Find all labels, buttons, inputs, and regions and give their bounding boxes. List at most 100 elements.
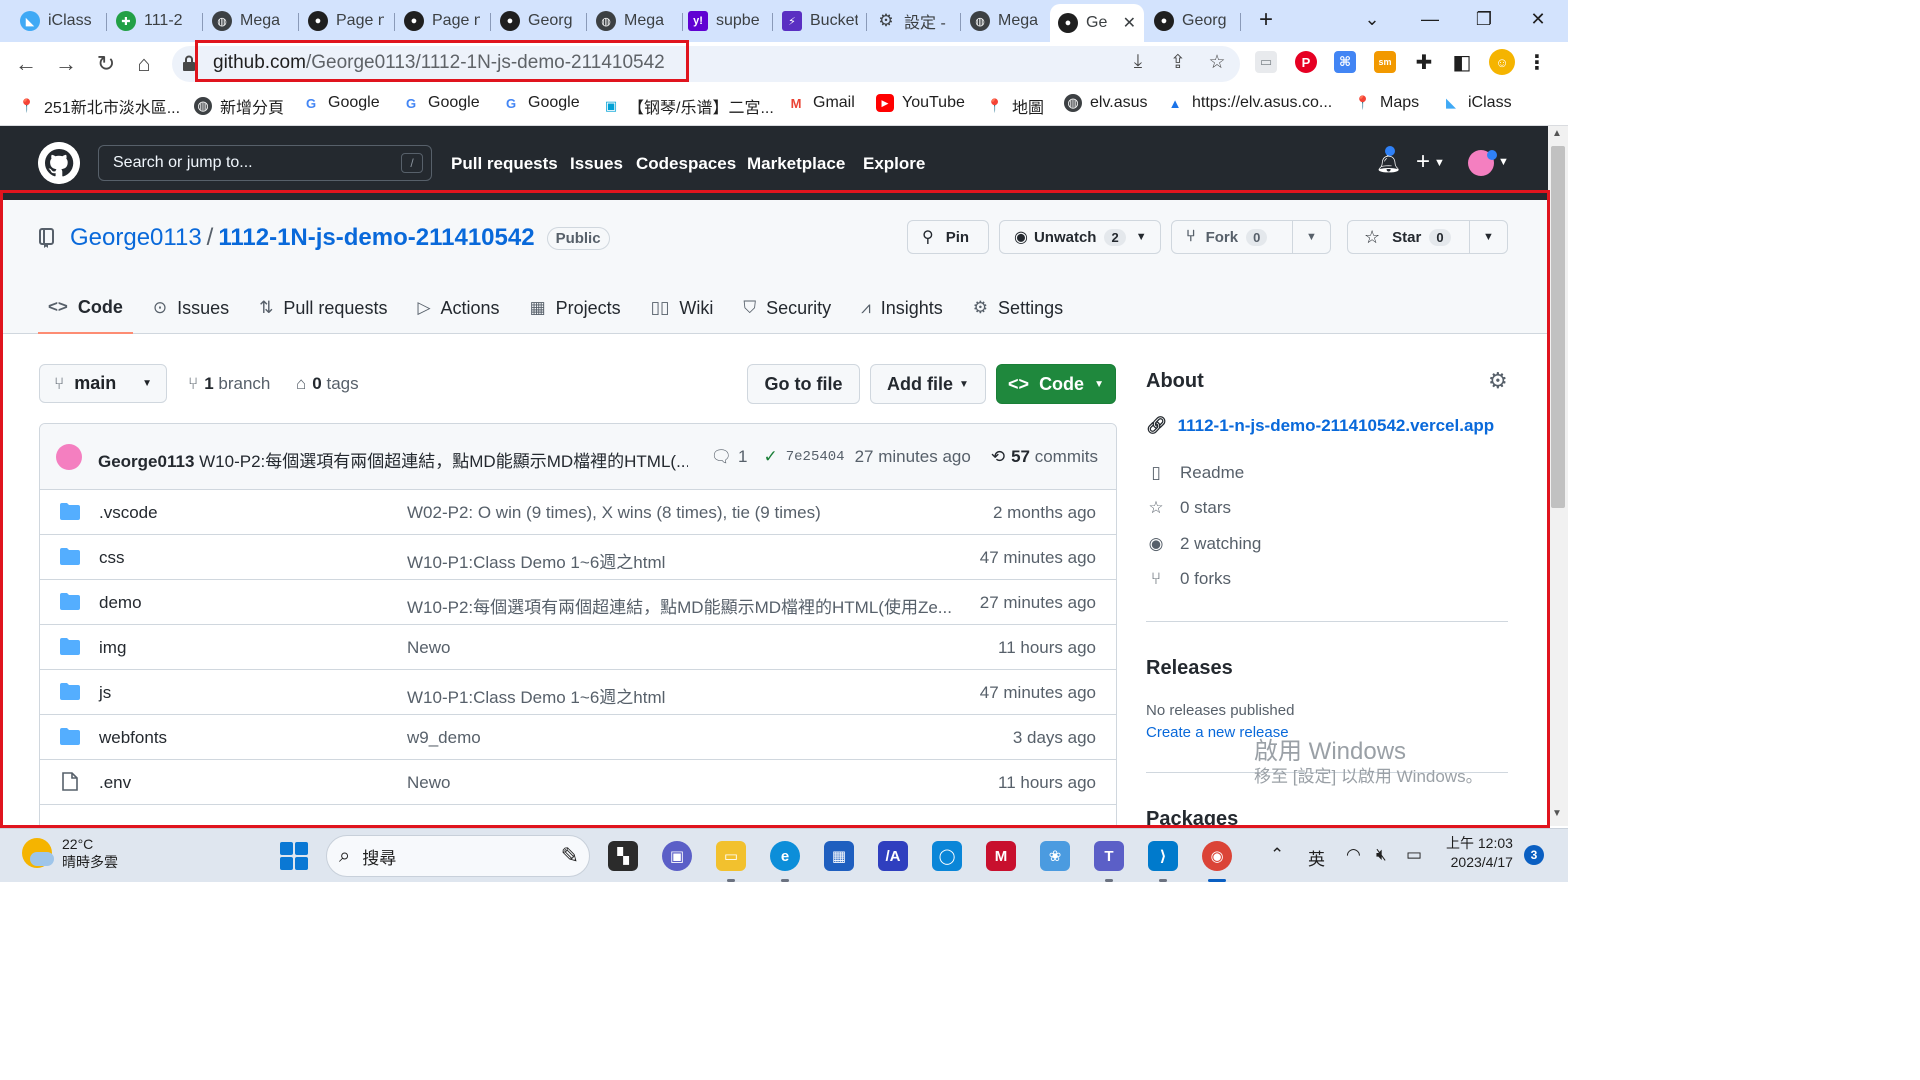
chevron-down-icon[interactable]: ▼ <box>1498 156 1509 168</box>
battery-icon[interactable]: ▭ <box>1406 845 1422 865</box>
bookmark-google-2[interactable]: G Google <box>402 94 480 112</box>
extension-grid-icon[interactable]: ⌘ <box>1334 51 1356 73</box>
nav-issues[interactable]: Issues <box>570 154 623 174</box>
notification-badge[interactable]: 3 <box>1524 845 1544 865</box>
bookmark-google-1[interactable]: G Google <box>302 94 380 112</box>
wifi-icon[interactable]: ◠ <box>1346 845 1361 865</box>
browser-tab-george[interactable]: ● Georg <box>492 4 584 38</box>
file-name[interactable]: css <box>99 548 125 568</box>
tab-actions[interactable]: ▷ Actions <box>407 290 509 326</box>
commit-sha[interactable]: 7e25404 <box>786 449 845 465</box>
releases-heading[interactable]: Releases <box>1146 657 1233 680</box>
bookmark-elv-asus[interactable]: ◍ elv.asus <box>1064 94 1148 112</box>
bookmark-google-3[interactable]: G Google <box>502 94 580 112</box>
reload-button[interactable]: ↻ <box>92 50 120 78</box>
branch-selector[interactable]: ⑂ main ▼ <box>39 364 167 403</box>
tray-expand-icon[interactable]: ⌃ <box>1270 845 1284 865</box>
bookmark-map[interactable]: 📍 地圖 <box>986 94 1044 118</box>
store-icon[interactable]: ▦ <box>824 841 854 871</box>
tab-issues[interactable]: ⊙ Issues <box>143 290 239 326</box>
ime-indicator[interactable]: 英 <box>1308 845 1325 870</box>
tab-insights[interactable]: ⩘ Insights <box>851 290 953 326</box>
nav-explore[interactable]: Explore <box>863 154 925 174</box>
browser-tab-george-2[interactable]: ● Georg <box>1146 4 1238 38</box>
tab-search-icon[interactable]: ⌄ <box>1346 0 1398 38</box>
windows-start-icon[interactable] <box>280 842 308 870</box>
file-name[interactable]: webfonts <box>99 728 167 748</box>
tab-code[interactable]: <> Code <box>38 290 133 334</box>
nav-marketplace[interactable]: Marketplace <box>747 154 845 174</box>
vscode-icon[interactable]: ⟩ <box>1148 841 1178 871</box>
repo-owner-link[interactable]: George0113 <box>70 224 202 252</box>
chat-icon[interactable]: ▣ <box>662 841 692 871</box>
star-dropdown-caret[interactable]: ▼ <box>1469 221 1507 253</box>
bookmark-elv-asus-url[interactable]: ▲ https://elv.asus.co... <box>1166 94 1333 112</box>
browser-tab-iclass[interactable]: ◣ iClass <box>12 4 104 38</box>
fork-button[interactable]: ⑂ Fork 0 ▼ <box>1171 220 1331 254</box>
code-button[interactable]: <> Code ▼ <box>996 364 1116 404</box>
pen-app-icon[interactable]: /A <box>878 841 908 871</box>
create-new-plus-icon[interactable]: + ▼ <box>1416 148 1445 176</box>
browser-tab-supbe[interactable]: y! supbe <box>680 4 772 38</box>
branches-link[interactable]: ⑂ 1 branch <box>188 374 270 394</box>
back-button[interactable]: ← <box>12 50 40 78</box>
file-name[interactable]: demo <box>99 593 142 613</box>
close-window-button[interactable]: ✕ <box>1512 0 1564 38</box>
file-commit-message[interactable]: W10-P1:Class Demo 1~6週之html <box>407 548 957 573</box>
commit-count[interactable]: 57 <box>1011 447 1030 467</box>
file-name[interactable]: .env <box>99 773 131 793</box>
menu-dots-icon[interactable]: ⋮ <box>1526 51 1548 74</box>
browser-tab-active[interactable]: ● Ge ✕ <box>1050 4 1144 42</box>
browser-tab-page[interactable]: ● Page n <box>300 4 392 38</box>
homepage-link[interactable]: 🔗︎ 1112-1-n-js-demo-211410542.vercel.app <box>1146 416 1494 436</box>
scrollbar-thumb[interactable] <box>1551 146 1565 508</box>
minimize-button[interactable]: — <box>1404 0 1456 38</box>
browser-tab-111-2[interactable]: ✚ 111-2 <box>108 4 200 38</box>
bookmark-bilibili[interactable]: ▣ 【钢琴/乐谱】二宮... <box>602 94 774 118</box>
system-clock[interactable]: 上午 12:03 2023/4/17 <box>1446 834 1513 872</box>
fork-dropdown-caret[interactable]: ▼ <box>1292 221 1330 253</box>
teams-icon[interactable]: T <box>1094 841 1124 871</box>
scroll-up-arrow-icon[interactable]: ▲ <box>1552 128 1562 139</box>
bookmark-iclass[interactable]: ◣ iClass <box>1442 94 1512 112</box>
pin-button[interactable]: ⚲ Pin <box>907 220 989 254</box>
check-icon[interactable]: ✓ <box>764 447 778 467</box>
taskbar-search-input[interactable]: ⌕ 搜尋 ✎ <box>326 835 590 877</box>
readme-link[interactable]: ▯ Readme <box>1146 463 1244 483</box>
watching-link[interactable]: ◉ 2 watching <box>1146 534 1262 554</box>
browser-tab-settings[interactable]: ⚙ 設定 - <box>868 4 960 38</box>
nav-codespaces[interactable]: Codespaces <box>636 154 736 174</box>
gear-icon[interactable]: ⚙ <box>1488 368 1508 394</box>
forward-button[interactable]: → <box>52 50 80 78</box>
file-commit-message[interactable]: W10-P2:每個選項有兩個超連結，點MD能顯示MD檔裡的HTML(使用Ze..… <box>407 593 957 618</box>
star-button[interactable]: ☆ Star 0 ▼ <box>1347 220 1508 254</box>
author-avatar[interactable] <box>56 444 82 470</box>
new-tab-button[interactable]: + <box>1252 6 1280 34</box>
tab-wiki[interactable]: ▯▯ Wiki <box>641 290 724 326</box>
github-search-input[interactable]: Search or jump to... / <box>98 145 432 181</box>
task-view-icon[interactable]: ▚ <box>608 841 638 871</box>
forks-link[interactable]: ⑂ 0 forks <box>1146 569 1231 589</box>
bookmark-maps[interactable]: 📍 Maps <box>1354 94 1419 112</box>
side-panel-icon[interactable]: ◧ <box>1451 51 1473 74</box>
volume-muted-icon[interactable]: 🔇︎ <box>1376 845 1387 865</box>
file-commit-message[interactable]: Newo <box>407 638 957 658</box>
bookmark-gmail[interactable]: M Gmail <box>787 94 855 112</box>
tab-pull-requests[interactable]: ⇅ Pull requests <box>249 290 397 326</box>
home-button[interactable]: ⌂ <box>130 50 158 78</box>
weather-widget[interactable]: 22°C 晴時多雲 <box>22 835 118 871</box>
browser-tab-mega[interactable]: ◍ Mega <box>204 4 296 38</box>
share-icon[interactable]: ⇪ <box>1166 50 1190 74</box>
file-commit-message[interactable]: W02-P2: O win (9 times), X wins (8 times… <box>407 503 957 523</box>
puzzle-icon[interactable]: ✚ <box>1413 51 1435 74</box>
tab-security[interactable]: ⛉ Security <box>733 290 841 326</box>
file-name[interactable]: .vscode <box>99 503 158 523</box>
mcafee-icon[interactable]: M <box>986 841 1016 871</box>
tab-projects[interactable]: ▦ Projects <box>520 290 631 326</box>
go-to-file-button[interactable]: Go to file <box>747 364 860 404</box>
nav-pull-requests[interactable]: Pull requests <box>451 154 558 174</box>
browser-tab-mega-3[interactable]: ◍ Mega <box>962 4 1054 38</box>
edge-icon[interactable]: e <box>770 841 800 871</box>
browser-tab-bucket[interactable]: ⚡ Bucket <box>774 4 866 38</box>
tab-settings[interactable]: ⚙ Settings <box>963 290 1073 326</box>
